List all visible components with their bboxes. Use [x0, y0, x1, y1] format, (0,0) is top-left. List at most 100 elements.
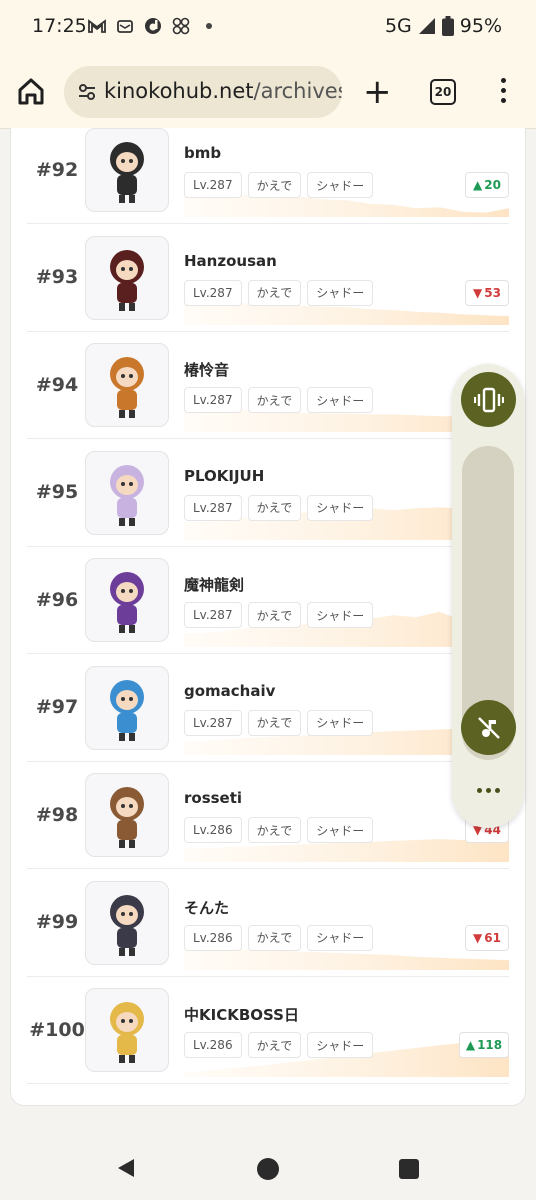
rank-change-value: 53	[484, 285, 501, 300]
rank-change-badge: ▼ 61	[465, 924, 509, 951]
ranking-list: #92 bmb Lv.287 かえで シャドー ▲ 20 #93 Hanzousan Lv.287…	[10, 128, 526, 1106]
url-bar[interactable]: kinokohub.net/archives/r	[64, 66, 342, 118]
character-name: Hanzousan	[184, 251, 277, 270]
url-path: /archives/r	[253, 79, 342, 103]
ranking-row[interactable]: #92 bmb Lv.287 かえで シャドー ▲ 20	[27, 116, 509, 224]
tab-switcher-button[interactable]: 20	[430, 79, 456, 105]
character-avatar[interactable]	[85, 128, 169, 212]
character-avatar[interactable]	[85, 450, 169, 535]
triangle-down-icon: ▼	[473, 930, 483, 945]
character-avatar[interactable]	[85, 988, 169, 1072]
system-nav-bar	[0, 1128, 536, 1200]
level-tag: Lv.286	[184, 1032, 242, 1058]
character-avatar[interactable]	[85, 773, 169, 857]
world-tag: かえで	[247, 279, 302, 306]
character-name: 中KICKBOSS日	[184, 1006, 299, 1024]
character-name: rosseti	[184, 789, 243, 807]
world-tag: かえで	[247, 817, 302, 843]
url-domain: kinokohub.net	[104, 79, 254, 103]
job-tag: シャドー	[307, 817, 374, 843]
rank-change-badge: ▲ 20	[465, 172, 509, 198]
level-tag: Lv.287	[184, 494, 242, 521]
network-label: 5G	[384, 15, 412, 37]
ranking-row[interactable]: #97 gomachaiv Lv.287 かえで シャドー	[27, 654, 509, 762]
world-tag: かえで	[247, 1032, 302, 1058]
world-tag: かえで	[247, 709, 302, 736]
status-bar: 17:25 5G 95%	[0, 0, 536, 56]
character-name: 椿怜音	[184, 361, 230, 379]
job-tag: シャドー	[307, 494, 374, 521]
ranking-row[interactable]: #93 Hanzousan Lv.287 かえで シャドー ▼ 53	[27, 224, 509, 332]
rank-change-value: 118	[477, 1038, 503, 1052]
signal-icon	[418, 18, 435, 34]
ranking-row[interactable]: #99 そんた Lv.286 かえで シャドー ▼ 61	[27, 869, 509, 977]
notification-icons	[88, 17, 218, 35]
ranking-row[interactable]: #100 中KICKBOSS日 Lv.286 かえで シャドー ▲ 118	[27, 976, 509, 1084]
ranking-row[interactable]: #98 rosseti Lv.286 かえで シャドー ▼ 44	[27, 761, 509, 869]
triangle-down-icon: ▼	[473, 285, 483, 300]
rank-number: #98	[35, 803, 79, 826]
world-tag: かえで	[247, 172, 302, 198]
character-name: PLOKIJUH	[184, 466, 265, 485]
job-tag: シャドー	[307, 279, 374, 306]
character-tags: Lv.287 かえで シャドー	[184, 709, 374, 736]
character-tags: Lv.287 かえで シャドー	[184, 279, 374, 306]
triangle-up-icon: ▲	[473, 178, 483, 192]
back-icon[interactable]	[116, 1158, 136, 1182]
triangle-up-icon: ▲	[465, 1038, 476, 1052]
level-tag: Lv.287	[184, 279, 242, 306]
level-tag: Lv.287	[184, 172, 242, 198]
character-avatar[interactable]	[85, 235, 169, 320]
character-avatar[interactable]	[85, 880, 169, 965]
character-tags: Lv.287 かえで シャドー	[184, 172, 374, 198]
rank-number: #92	[35, 158, 79, 181]
world-tag: かえで	[247, 602, 302, 628]
volume-panel	[452, 364, 524, 828]
level-tag: Lv.287	[184, 602, 242, 628]
rank-change-value: 61	[484, 930, 501, 945]
character-avatar[interactable]	[85, 665, 169, 750]
job-tag: シャドー	[307, 602, 374, 628]
music-off-icon	[477, 716, 500, 739]
vibrate-button[interactable]	[461, 372, 516, 427]
character-tags: Lv.286 かえで シャドー	[184, 924, 374, 951]
more-horiz-icon[interactable]	[477, 788, 500, 793]
character-avatar[interactable]	[85, 343, 169, 427]
ranking-row[interactable]: #96 魔神龍剣 Lv.287 かえで シャドー	[27, 546, 509, 654]
level-tag: Lv.287	[184, 709, 242, 736]
rank-number: #97	[35, 696, 79, 718]
site-settings-icon[interactable]	[76, 81, 98, 103]
ranking-row[interactable]: #94 椿怜音 Lv.287 かえで シャドー	[27, 331, 509, 439]
rank-number: #93	[35, 266, 79, 288]
rank-change-badge: ▲ 118	[459, 1032, 509, 1058]
home-icon[interactable]	[16, 76, 48, 108]
battery-icon	[441, 16, 454, 36]
overflow-menu-icon[interactable]	[500, 78, 508, 106]
vibrate-icon	[473, 387, 504, 412]
url-text[interactable]: kinokohub.net/archives/r	[104, 79, 342, 103]
character-avatar[interactable]	[85, 558, 169, 642]
rank-change-badge: ▼ 53	[465, 279, 509, 306]
character-name: gomachaiv	[184, 681, 276, 700]
character-name: そんた	[184, 898, 230, 917]
recents-icon[interactable]	[399, 1159, 419, 1179]
job-tag: シャドー	[307, 709, 374, 736]
character-tags: Lv.287 かえで シャドー	[184, 387, 374, 413]
mute-button[interactable]	[461, 700, 516, 755]
new-tab-icon[interactable]: +	[363, 75, 392, 109]
character-name: 魔神龍剣	[184, 576, 245, 594]
job-tag: シャドー	[307, 924, 374, 951]
rank-number: #100	[29, 1018, 85, 1041]
character-name: bmb	[184, 144, 222, 162]
ranking-row[interactable]: #95 PLOKIJUH Lv.287 かえで シャドー	[27, 439, 509, 547]
news-icon	[116, 17, 134, 35]
job-tag: シャドー	[307, 387, 374, 413]
gmail-icon	[88, 17, 106, 35]
job-tag: シャドー	[307, 172, 374, 198]
job-tag: シャドー	[307, 1032, 374, 1058]
world-tag: かえで	[247, 387, 302, 413]
level-tag: Lv.287	[184, 387, 242, 413]
home-nav-icon[interactable]	[257, 1158, 279, 1180]
rank-number: #95	[35, 481, 79, 503]
d-app-icon	[144, 17, 162, 35]
